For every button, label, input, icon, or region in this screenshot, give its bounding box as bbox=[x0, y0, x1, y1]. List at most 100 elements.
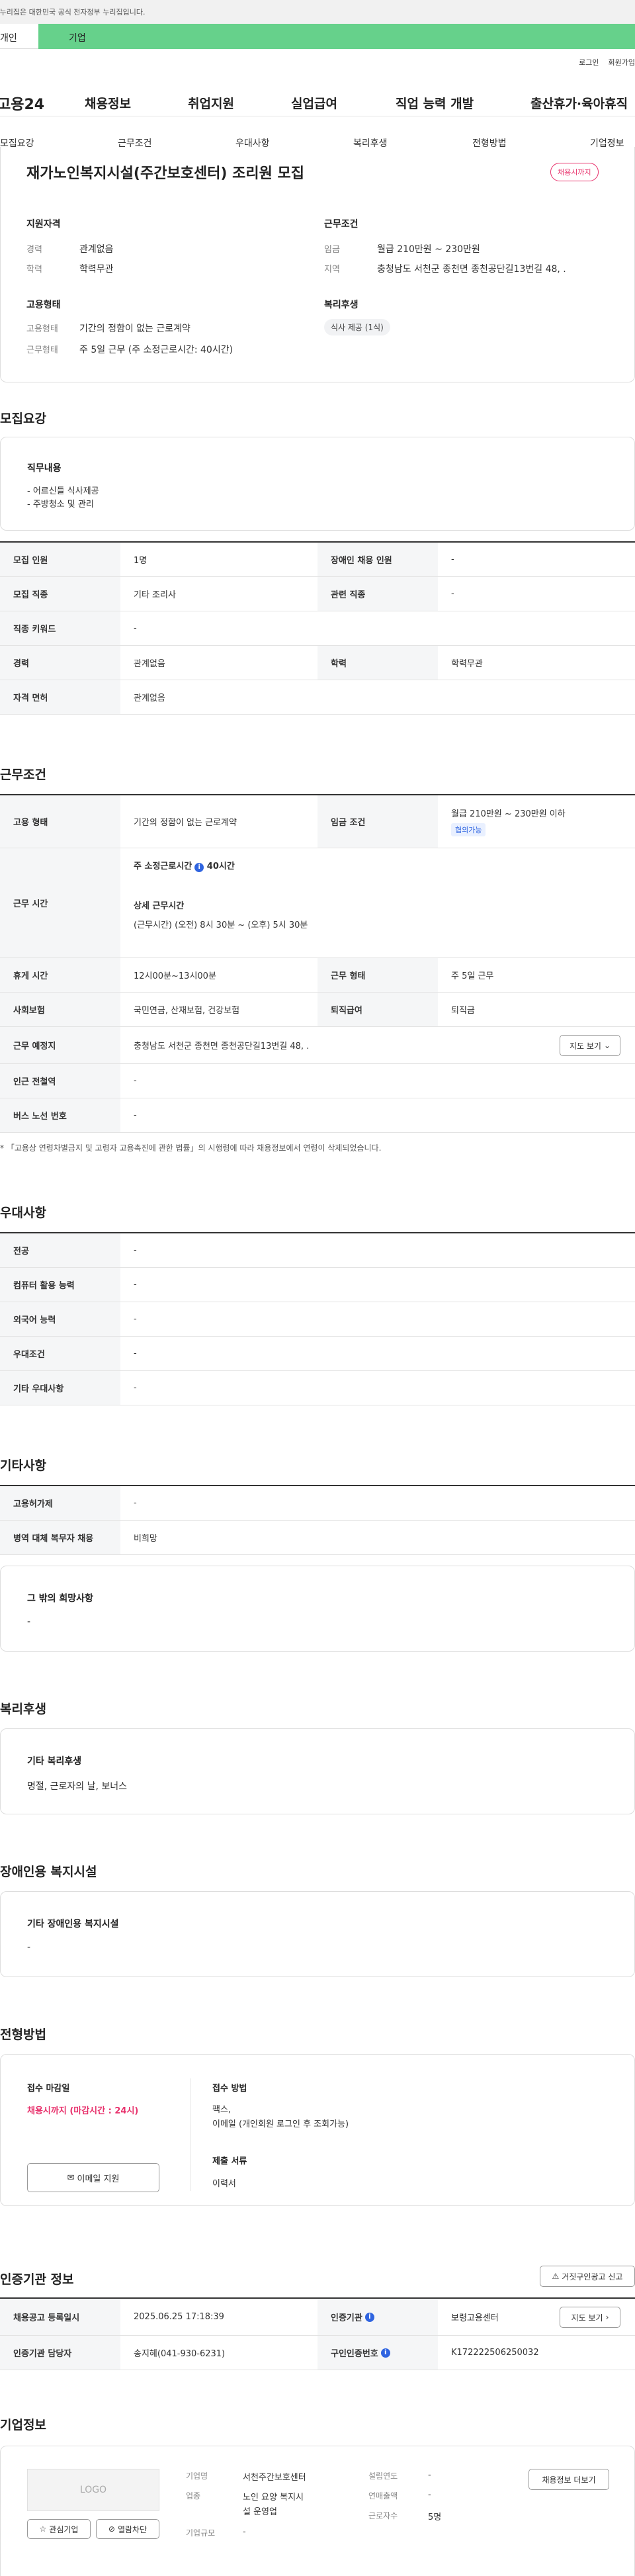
table-row: 모집 직종 기타 조리사 관련 직종 - bbox=[0, 577, 635, 611]
table-header: 경력 bbox=[0, 646, 120, 680]
chevron-down-icon: ⌄ bbox=[603, 1041, 611, 1050]
tab-company-label: 기업 bbox=[69, 33, 86, 44]
agency-map-button[interactable]: 지도 보기 › bbox=[560, 2307, 620, 2328]
disabled-facility-card: 기타 장애인용 복지시설 - bbox=[0, 1891, 635, 1977]
table-cell: 충청남도 서천군 종천면 종천공단길13번길 48, . bbox=[134, 1042, 310, 1051]
map-button-label: 지도 보기 bbox=[569, 1041, 601, 1051]
table-row: 고용허가제 - bbox=[0, 1486, 635, 1521]
table-row: 고용 형태 기간의 정함이 없는 근로계약 임금 조건 월급 210만원 ~ 2… bbox=[0, 795, 635, 848]
education-label: 학력 bbox=[26, 265, 42, 275]
table-header: 퇴직급여 bbox=[318, 993, 438, 1026]
table-cell: K172222506250032 bbox=[451, 2348, 539, 2358]
founded-year-label: 설립연도 bbox=[368, 2471, 398, 2481]
email-apply-button[interactable]: ✉ 이메일 지원 bbox=[27, 2163, 159, 2192]
deadline-value: 채용시까지 (마감시간 : 24시) bbox=[27, 2106, 139, 2116]
recruit-heading: 모집요강 bbox=[0, 412, 46, 426]
nav-item-unemployment-benefit[interactable]: 실업급여 bbox=[291, 94, 337, 112]
table-header: 채용공고 등록일시 bbox=[0, 2299, 120, 2335]
table-header: 장애인 채용 인원 bbox=[318, 543, 438, 576]
method-line: 이메일 (개인회원 로그인 후 조회가능) bbox=[212, 2119, 349, 2129]
table-header: 인근 전철역 bbox=[0, 1064, 120, 1098]
login-link[interactable]: 로그인 bbox=[579, 57, 599, 67]
industry-value-cont: 설 운영업 bbox=[243, 2507, 277, 2517]
work-conditions-title: 근무조건 bbox=[324, 219, 359, 230]
wage-label: 임금 bbox=[324, 245, 340, 255]
recruit-table: 모집 인원 1명 장애인 채용 인원 - 모집 직종 기타 조리사 관련 직종 … bbox=[0, 541, 635, 715]
table-cell: 퇴직금 bbox=[451, 1006, 475, 1016]
table-row: 버스 노선 번호 - bbox=[0, 1098, 635, 1133]
more-jobs-button[interactable]: 채용정보 더보기 bbox=[529, 2469, 609, 2490]
duty-line: - 주방청소 및 관리 bbox=[27, 500, 94, 510]
disabled-facility-title: 기타 장애인용 복지시설 bbox=[27, 1919, 119, 1930]
table-cell: 기간의 정함이 없는 근로계약 bbox=[134, 818, 237, 828]
disabled-facility-value: - bbox=[27, 1942, 31, 1953]
table-row: 직종 키워드 - bbox=[0, 611, 635, 646]
map-button[interactable]: 지도 보기 ⌄ bbox=[560, 1035, 620, 1056]
age-notice: * 「고용상 연령차별금지 및 고령자 고용촉진에 관한 법률」의 시행령에 따… bbox=[0, 1143, 382, 1153]
nav-item-jobs[interactable]: 채용정보 bbox=[85, 94, 131, 112]
welfare-value: 명절, 근로자의 날, 보너스 bbox=[27, 1781, 128, 1792]
site-logo[interactable]: 고용24 bbox=[0, 93, 44, 114]
table-row: 자격 면허 관계없음 bbox=[0, 680, 635, 715]
table-header: 직종 키워드 bbox=[0, 611, 120, 645]
email-apply-label: 이메일 지원 bbox=[77, 2174, 120, 2184]
gov-notice-text: 이 누리집은 대한민국 공식 전자정부 누리집입니다. bbox=[0, 8, 146, 17]
info-icon[interactable]: i bbox=[194, 863, 204, 872]
table-header: 근무 예정지 bbox=[0, 1027, 120, 1063]
table-row: 사회보험 국민연금, 산재보험, 건강보험 퇴직급여 퇴직금 bbox=[0, 993, 635, 1027]
other-wishes-value: - bbox=[27, 1617, 31, 1627]
welfare-heading: 복리후생 bbox=[0, 1702, 46, 1716]
info-icon[interactable]: i bbox=[364, 2312, 374, 2322]
interest-company-label: 관심기업 bbox=[49, 2524, 79, 2534]
table-cell: 관계없음 bbox=[134, 693, 165, 703]
interest-company-button[interactable]: ☆ 관심기업 bbox=[27, 2519, 91, 2539]
table-cell: - bbox=[134, 1245, 137, 1255]
table-cell: - bbox=[134, 1349, 137, 1358]
nav-item-job-training[interactable]: 직업 능력 개발 bbox=[396, 94, 474, 112]
selection-heading: 전형방법 bbox=[0, 2027, 46, 2042]
join-link[interactable]: 회원가입 bbox=[609, 57, 635, 67]
table-header: 모집 인원 bbox=[0, 543, 120, 576]
table-header: 자격 면허 bbox=[0, 680, 120, 714]
info-icon[interactable]: i bbox=[380, 2348, 390, 2358]
tab-company[interactable]: 기업 bbox=[38, 24, 635, 49]
table-row: 모집 인원 1명 장애인 채용 인원 - bbox=[0, 543, 635, 577]
table-header: 컴퓨터 활용 능력 bbox=[0, 1268, 120, 1302]
block-view-button[interactable]: ⊘ 열람차단 bbox=[96, 2519, 159, 2539]
table-header: 근무 형태 bbox=[318, 958, 438, 992]
agency-table: 채용공고 등록일시 2025.06.25 17:18:39 인증기관 i 보령고용… bbox=[0, 2297, 635, 2370]
table-row: 컴퓨터 활용 능력 - bbox=[0, 1268, 635, 1302]
table-header: 휴게 시간 bbox=[0, 958, 120, 992]
duty-card: 직무내용 - 어르신들 식사제공 - 주방청소 및 관리 bbox=[0, 437, 635, 531]
qualification-title: 지원자격 bbox=[26, 219, 61, 230]
table-cell: - bbox=[451, 555, 454, 564]
documents-value: 이력서 bbox=[212, 2179, 236, 2189]
welfare-chip: 식사 제공 (1식) bbox=[324, 319, 390, 335]
table-row: 인증기관 담당자 송지혜(041-930-6231) 구인인증번호 i K1722… bbox=[0, 2336, 635, 2370]
table-row: 근무 예정지 충청남도 서천군 종천면 종천공단길13번길 48, . 지도 보… bbox=[0, 1027, 635, 1064]
annual-sales-label: 연매출액 bbox=[368, 2491, 398, 2501]
employment-type-title: 고용형태 bbox=[26, 300, 61, 310]
company-heading: 기업정보 bbox=[0, 2418, 46, 2432]
employment-type-label: 고용형태 bbox=[26, 324, 58, 334]
preference-table: 전공 - 컴퓨터 활용 능력 - 외국어 능력 - 우대조건 - 기타 우대사항 - bbox=[0, 1232, 635, 1405]
nav-item-parental-leave[interactable]: 출산휴가·육아휴직 bbox=[530, 94, 628, 112]
other-wishes-card: 그 밖의 희망사항 - bbox=[0, 1566, 635, 1652]
tab-personal[interactable]: 개인 bbox=[0, 24, 38, 49]
table-header: 고용허가제 bbox=[0, 1486, 120, 1520]
other-wishes-title: 그 밖의 희망사항 bbox=[27, 1593, 93, 1604]
agency-map-label: 지도 보기 bbox=[571, 2313, 603, 2323]
table-cell: - bbox=[134, 1280, 137, 1290]
table-cell: - bbox=[134, 1076, 137, 1086]
table-cell: 월급 210만원 ~ 230만원 이하 협의가능 bbox=[438, 795, 635, 848]
table-cell: 2025.06.25 17:18:39 bbox=[134, 2312, 224, 2322]
company-size-label: 기업규모 bbox=[186, 2528, 216, 2538]
wage-value: 월급 210만원 ~ 230만원 bbox=[377, 244, 480, 255]
table-row: 경력 관계없음 학력 학력무관 bbox=[0, 646, 635, 680]
table-cell: - bbox=[134, 1110, 137, 1120]
table-cell: 12시00분~13시00분 bbox=[134, 971, 216, 981]
report-fake-ad-button[interactable]: ⚠ 거짓구인광고 신고 bbox=[540, 2266, 635, 2287]
conditions-heading: 근무조건 bbox=[0, 768, 46, 782]
nav-item-employment-support[interactable]: 취업지원 bbox=[188, 94, 234, 112]
table-cell: 주 5일 근무 bbox=[451, 971, 494, 981]
